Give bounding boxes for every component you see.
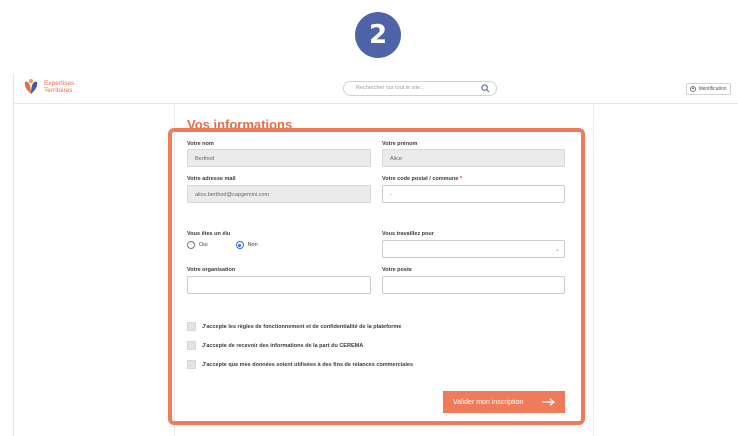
search-placeholder: Rechercher sur tout le site... xyxy=(356,85,425,91)
elu-label: Vous êtes un élu xyxy=(187,231,231,237)
postal-code-label: Votre code postal / commune * xyxy=(382,176,462,182)
identification-label: Identification xyxy=(698,86,727,92)
arrow-right-icon xyxy=(542,398,555,406)
last-name-field[interactable]: Berthod xyxy=(187,149,371,167)
poste-label: Votre poste xyxy=(382,267,412,273)
first-name-field[interactable]: Alice xyxy=(382,149,565,167)
step-number-badge: 2 xyxy=(355,12,401,58)
submit-button[interactable]: Valider mon inscription xyxy=(443,391,565,413)
works-for-select[interactable]: ⌄ xyxy=(382,240,565,258)
logo-text: Expertises Territoires xyxy=(44,80,74,94)
postal-code-field[interactable]: - xyxy=(382,185,565,203)
site-search-input[interactable]: Rechercher sur tout le site... xyxy=(343,81,497,96)
last-name-label: Votre nom xyxy=(187,141,214,147)
logo-line-2: Territoires xyxy=(44,87,73,94)
radio-non-label: Non xyxy=(247,242,258,248)
user-icon xyxy=(690,86,697,92)
screenshot-stage: 2 Expertises Territoires Rechercher sur … xyxy=(0,0,738,436)
elu-radio-group: Oui Non xyxy=(187,241,258,249)
submit-label: Valider mon inscription xyxy=(453,398,524,406)
logo-line-1: Expertises xyxy=(44,80,75,87)
site-header: Expertises Territoires Rechercher sur to… xyxy=(14,74,738,104)
checkbox-cerema-label: J'accepte de recevoir des informations d… xyxy=(202,342,364,349)
email-field[interactable]: alice.berthod@capgemini.com xyxy=(187,185,371,203)
radio-non[interactable]: Non xyxy=(235,241,258,249)
identification-button[interactable]: Identification xyxy=(686,83,731,95)
poste-field[interactable] xyxy=(382,276,565,294)
postal-code-label-text: Votre code postal / commune xyxy=(382,176,459,182)
required-mark: * xyxy=(459,176,462,182)
checkbox-rules[interactable] xyxy=(187,322,196,331)
organisation-field[interactable] xyxy=(187,276,371,294)
logo-mark-icon xyxy=(24,79,38,94)
radio-oui-button[interactable] xyxy=(187,241,195,249)
checkbox-row[interactable]: J'accepte de recevoir des informations d… xyxy=(187,341,363,350)
search-icon[interactable] xyxy=(481,84,490,93)
chevron-down-icon: ⌄ xyxy=(554,247,560,253)
email-label: Votre adresse mail xyxy=(187,176,236,182)
organisation-label: Votre organisation xyxy=(187,267,236,273)
checkbox-rules-label: J'accepte les règles de fonctionnement e… xyxy=(202,323,402,330)
radio-oui[interactable]: Oui xyxy=(187,241,208,249)
checkbox-cerema[interactable] xyxy=(187,341,196,350)
radio-oui-label: Oui xyxy=(199,242,208,248)
checkbox-row[interactable]: J'accepte que mes données soient utilisé… xyxy=(187,360,413,369)
checkbox-commercial[interactable] xyxy=(187,360,196,369)
works-for-label: Vous travaillez pour xyxy=(382,231,434,237)
checkbox-row[interactable]: J'accepte les règles de fonctionnement e… xyxy=(187,322,401,331)
first-name-label: Votre prénom xyxy=(382,141,418,147)
checkbox-commercial-label: J'accepte que mes données soient utilisé… xyxy=(202,361,414,368)
radio-non-button[interactable] xyxy=(235,241,244,249)
site-logo[interactable]: Expertises Territoires xyxy=(23,78,74,96)
